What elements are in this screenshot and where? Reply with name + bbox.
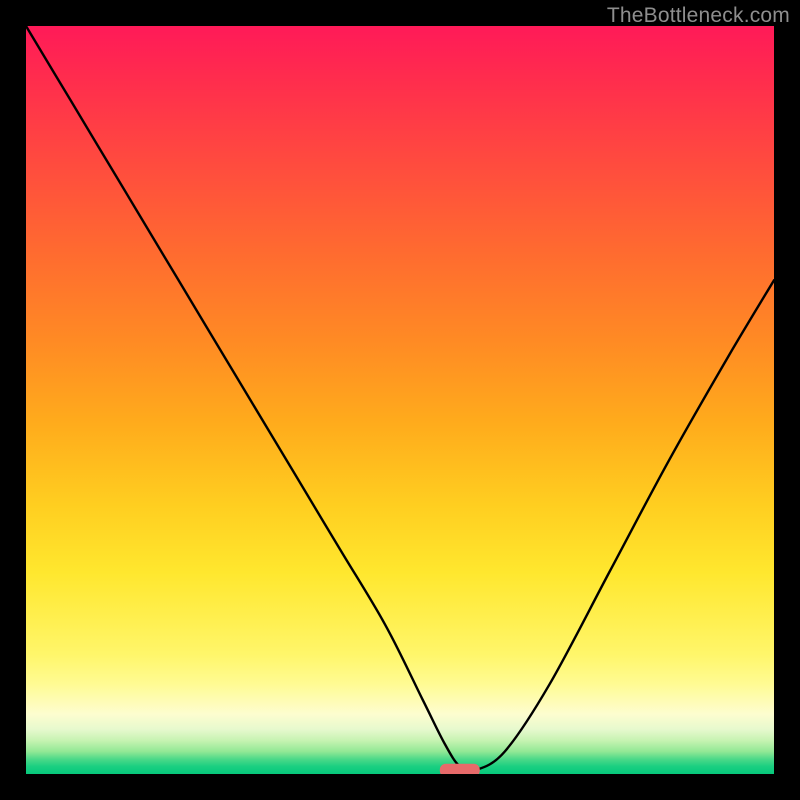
plot-area	[26, 26, 774, 774]
min-marker	[440, 764, 480, 774]
watermark-text: TheBottleneck.com	[607, 4, 790, 28]
curve-layer	[26, 26, 774, 774]
bottleneck-curve	[26, 26, 774, 771]
chart-frame: TheBottleneck.com	[0, 0, 800, 800]
